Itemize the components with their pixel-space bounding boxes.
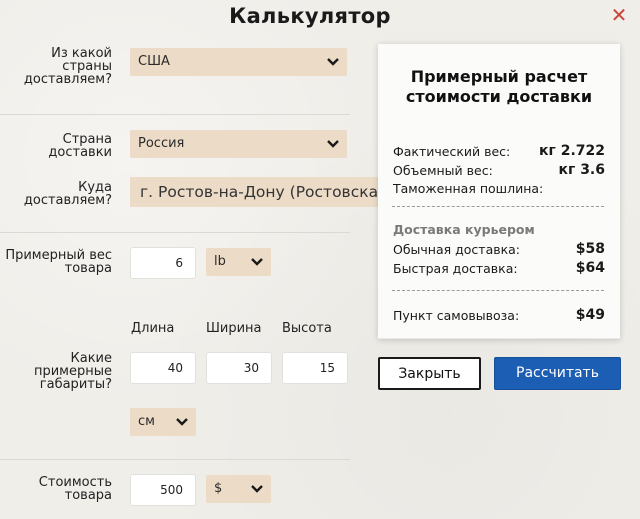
chevron-down-icon <box>327 58 339 66</box>
standard-delivery-value: $58 <box>575 241 605 257</box>
weight-unit-select[interactable]: lb <box>206 248 271 276</box>
express-delivery-label: Быстрая доставка: <box>393 261 518 276</box>
volume-weight-value: кг 3.6 <box>558 162 606 178</box>
estimate-panel: Примерный расчет стоимости доставки Факт… <box>378 44 620 339</box>
close-icon[interactable]: ✕ <box>610 5 628 25</box>
height-input[interactable]: 15 <box>282 352 348 384</box>
estimate-title: Примерный расчет стоимости доставки <box>405 67 593 106</box>
chevron-down-icon <box>327 140 339 148</box>
dimension-unit-select[interactable]: см <box>130 408 196 436</box>
standard-delivery-row: Обычная доставка: $58 <box>393 241 605 257</box>
width-header: Ширина <box>206 321 262 336</box>
origin-label: Из какой страны доставляем? <box>23 46 112 87</box>
destination-place-label: Куда доставляем? <box>23 180 112 208</box>
close-button[interactable]: Закрыть <box>378 357 481 390</box>
currency-select[interactable]: $ <box>206 475 271 503</box>
chevron-down-icon <box>176 418 188 426</box>
chevron-down-icon <box>251 485 263 493</box>
customs-label: Таможенная пошлина: <box>393 181 544 196</box>
height-header: Высота <box>282 321 332 336</box>
destination-country-value: Россия <box>138 136 185 151</box>
dashed-divider <box>392 290 604 291</box>
weight-input[interactable]: 6 <box>130 247 196 279</box>
origin-select-value: США <box>138 54 170 69</box>
standard-delivery-label: Обычная доставка: <box>393 242 521 257</box>
dimensions-label: Какие примерные габариты? <box>33 351 112 392</box>
currency-value: $ <box>214 481 223 496</box>
length-input[interactable]: 40 <box>130 352 196 384</box>
origin-select[interactable]: США <box>130 48 347 76</box>
actual-weight-row: Фактический вес: кг 2.722 <box>393 143 605 159</box>
express-delivery-value: $64 <box>575 260 605 276</box>
weight-label: Примерный вес товара <box>5 248 112 276</box>
destination-country-select[interactable]: Россия <box>130 130 347 158</box>
price-label: Стоимость товара <box>38 475 112 503</box>
divider <box>0 232 350 233</box>
weight-unit-value: lb <box>214 254 226 269</box>
length-header: Длина <box>131 321 175 336</box>
actual-weight-value: кг 2.722 <box>539 143 605 159</box>
chevron-down-icon <box>251 258 263 266</box>
width-input[interactable]: 30 <box>206 352 272 384</box>
destination-country-label: Страна доставки <box>48 132 112 160</box>
customs-row: Таможенная пошлина: <box>393 181 605 196</box>
volume-weight-label: Объемный вес: <box>393 163 493 178</box>
destination-place-input[interactable]: г. Ростов-на-Дону (Ростовская <box>130 177 380 207</box>
pickup-row: Пункт самовывоза: $49 <box>393 307 605 323</box>
price-input[interactable]: 500 <box>130 474 196 506</box>
divider <box>0 459 350 460</box>
dimension-unit-value: см <box>138 414 155 429</box>
calculate-button[interactable]: Рассчитать <box>494 357 621 390</box>
divider <box>0 114 350 115</box>
actual-weight-label: Фактический вес: <box>393 144 511 159</box>
volume-weight-row: Объемный вес: кг 3.6 <box>393 162 606 178</box>
pickup-value: $49 <box>575 307 605 323</box>
express-delivery-row: Быстрая доставка: $64 <box>393 260 605 276</box>
dialog-title: Калькулятор <box>229 4 391 28</box>
courier-section-title: Доставка курьером <box>393 222 535 237</box>
calculator-dialog: Калькулятор ✕ Из какой страны доставляем… <box>0 0 640 519</box>
dashed-divider <box>392 206 604 207</box>
pickup-label: Пункт самовывоза: <box>393 308 520 323</box>
